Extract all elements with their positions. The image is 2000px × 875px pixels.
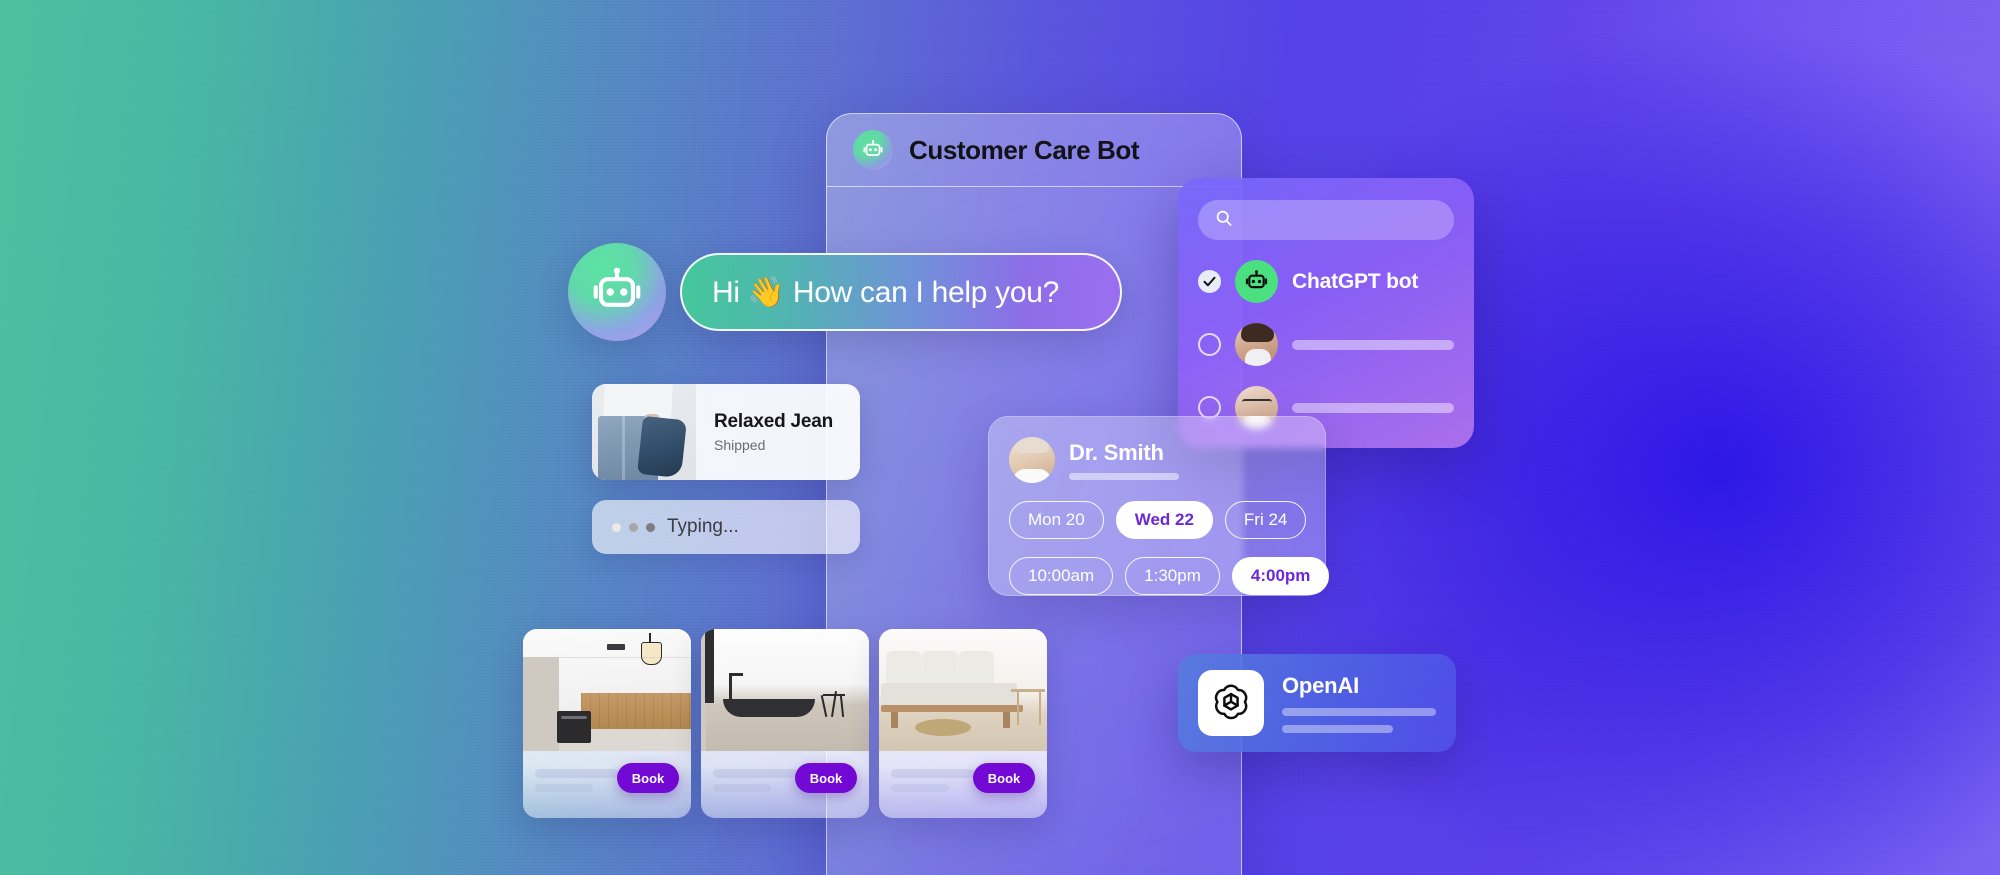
placeholder-line [891,784,949,792]
green-robot-icon [1235,260,1278,303]
openai-title: OpenAI [1282,673,1360,698]
book-button[interactable]: Book [973,763,1035,793]
doctor-header: Dr. Smith [1009,437,1305,483]
placeholder-line [1282,708,1436,716]
woman-avatar [1235,323,1278,366]
doctor-subtitle-placeholder [1069,473,1179,480]
product-order-card[interactable]: Relaxed Jean Shipped [592,384,860,480]
doctor-avatar [1009,437,1055,483]
placeholder-line [535,769,619,778]
radio-unchecked-icon[interactable] [1198,333,1221,356]
bot-list-item[interactable]: ChatGPT bot [1198,260,1454,303]
book-button[interactable]: Book [795,763,857,793]
robot-avatar-icon [568,243,666,341]
room-card[interactable]: Book [879,629,1047,818]
placeholder-line [713,769,797,778]
book-button[interactable]: Book [617,763,679,793]
status-badge: Shipped [714,437,766,453]
search-input[interactable] [1198,200,1454,240]
room-card-footer: Book [523,751,691,818]
appointment-booking-card: Dr. Smith Mon 20 Wed 22 Fri 24 10:00am 1… [988,416,1330,596]
placeholder-line [1292,402,1454,413]
robot-icon [853,130,893,170]
date-chip-fri[interactable]: Fri 24 [1224,501,1307,539]
greeting-message-bubble: Hi 👋 How can I help you? [680,253,1122,331]
date-chip-row: Mon 20 Wed 22 Fri 24 [1009,501,1307,539]
bot-list-item-label: ChatGPT bot [1292,269,1419,293]
placeholder-line [1292,339,1454,350]
room-card-list: Book Book Book [523,629,1047,818]
room-card-footer: Book [701,751,869,818]
room-card[interactable]: Book [701,629,869,818]
room-card-footer: Book [879,751,1047,818]
placeholder-line [713,784,771,792]
placeholder-line [535,784,593,792]
doctor-name: Dr. Smith [1069,440,1164,465]
hero-illustration: Customer Care Bot Hi 👋 How can I help yo… [0,0,2000,875]
placeholder-line [1282,725,1393,733]
search-icon [1214,208,1234,233]
jeans-photo [592,384,696,480]
room-card[interactable]: Book [523,629,691,818]
typing-dots-icon [612,522,655,532]
product-name: Relaxed Jean [714,411,834,432]
product-meta: Relaxed Jean Shipped [696,384,860,480]
time-chip-row: 10:00am 1:30pm 4:00pm [1009,557,1330,595]
greeting-text: Hi 👋 How can I help you? [712,275,1059,309]
typing-indicator: Typing... [592,500,860,554]
checkbox-checked-icon[interactable] [1198,270,1221,293]
time-chip-1000am[interactable]: 10:00am [1009,557,1114,595]
chat-header: Customer Care Bot [827,114,1241,187]
page-title: Customer Care Bot [909,134,1140,165]
time-chip-130pm[interactable]: 1:30pm [1125,557,1220,595]
openai-integration-card[interactable]: OpenAI [1178,654,1456,752]
kitchen-photo [523,629,691,751]
date-chip-wed[interactable]: Wed 22 [1115,501,1213,539]
date-chip-mon[interactable]: Mon 20 [1009,501,1104,539]
bot-list-item[interactable] [1198,323,1454,366]
typing-label: Typing... [667,516,739,537]
bot-selector-panel: ChatGPT bot [1178,178,1474,448]
openai-body: OpenAI [1282,673,1436,733]
bathroom-photo [701,629,869,751]
time-chip-400pm[interactable]: 4:00pm [1231,557,1330,595]
placeholder-line [891,769,975,778]
livingroom-photo [879,629,1047,751]
openai-logo-icon [1198,670,1264,736]
